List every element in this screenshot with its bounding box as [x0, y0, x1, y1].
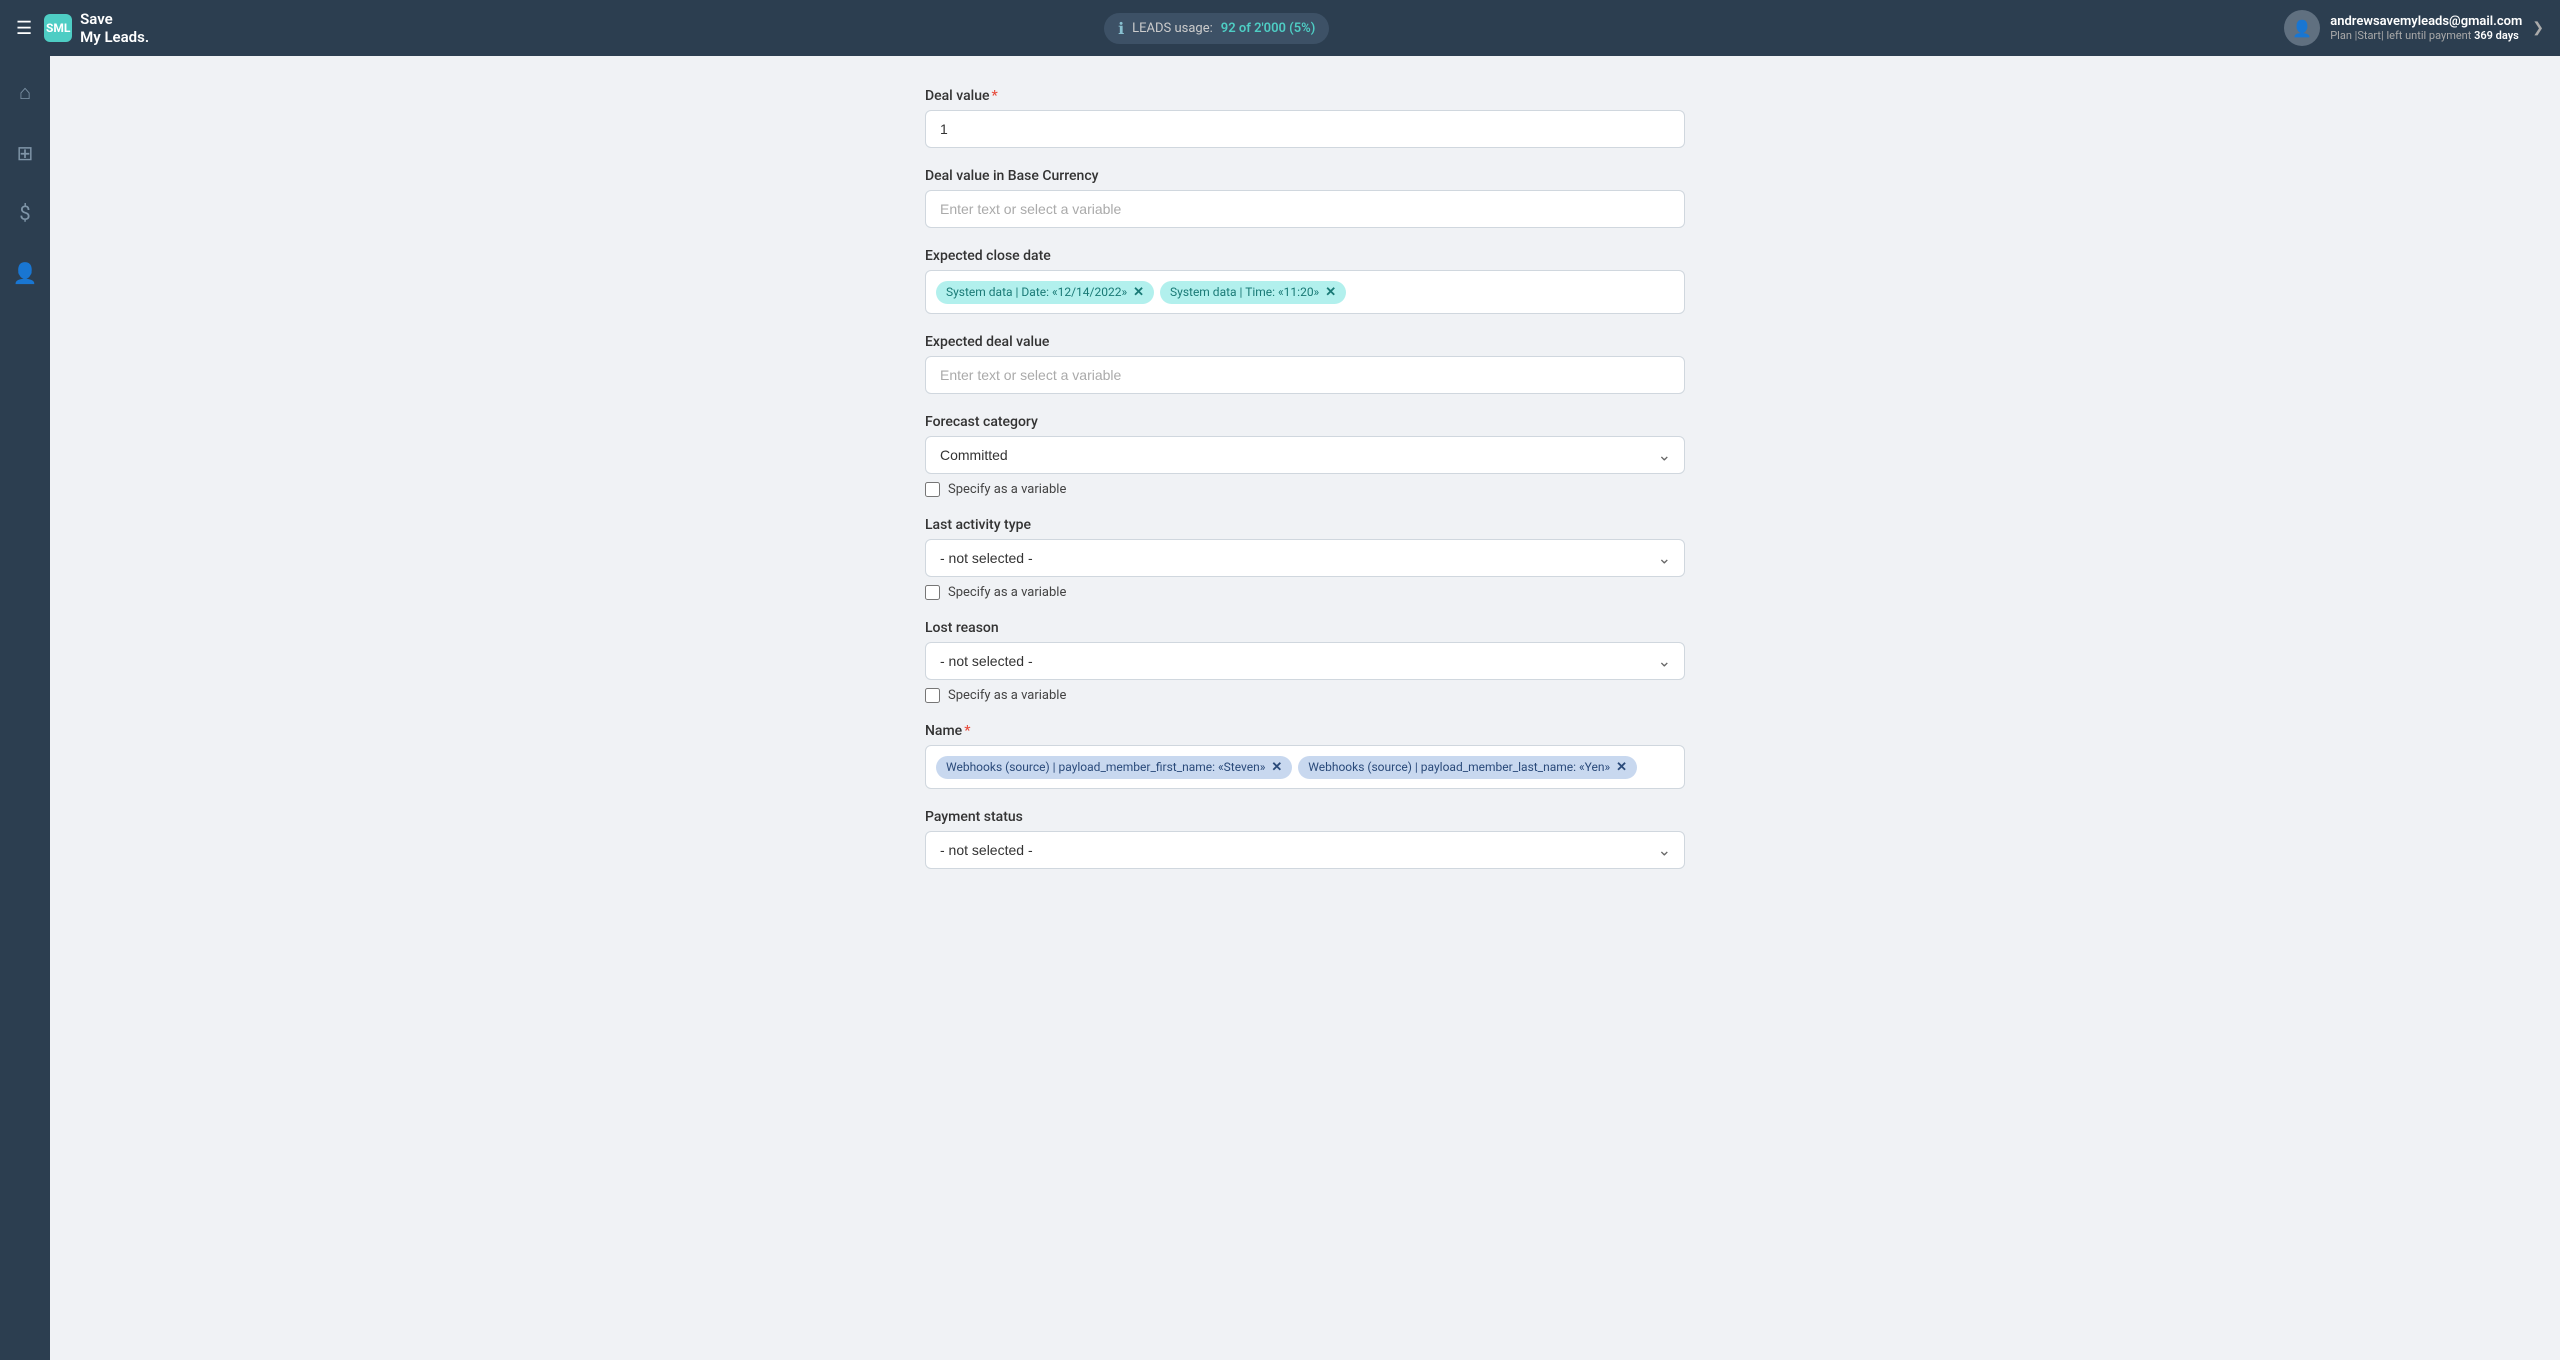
lost-reason-label: Lost reason: [925, 620, 1685, 636]
forecast-specify-label[interactable]: Specify as a variable: [948, 482, 1066, 497]
sidebar-item-billing[interactable]: $: [11, 193, 38, 233]
user-email: andrewsavemyleads@gmail.com: [2330, 14, 2522, 29]
chevron-down-icon: ❯: [2532, 20, 2544, 36]
hamburger-icon[interactable]: ☰: [16, 18, 32, 39]
name-tag-last-name-remove[interactable]: ✕: [1616, 760, 1627, 775]
forecast-category-label: Forecast category: [925, 414, 1685, 430]
sidebar-item-integrations[interactable]: ⊞: [9, 133, 42, 173]
expected-deal-value-field-group: Expected deal value: [925, 334, 1685, 394]
last-activity-checkbox-row: Specify as a variable: [925, 585, 1685, 600]
name-tag-first-name-remove[interactable]: ✕: [1271, 760, 1282, 775]
sidebar-item-account[interactable]: 👤: [5, 253, 46, 293]
name-label: Name*: [925, 723, 1685, 739]
name-required-marker: *: [964, 723, 970, 739]
deal-value-base-label: Deal value in Base Currency: [925, 168, 1685, 184]
last-activity-specify-label[interactable]: Specify as a variable: [948, 585, 1066, 600]
required-marker: *: [991, 88, 997, 104]
forecast-category-select[interactable]: Committed Best Case Pipeline Omitted: [925, 436, 1685, 474]
last-activity-type-label: Last activity type: [925, 517, 1685, 533]
payment-status-select[interactable]: - not selected -: [925, 831, 1685, 869]
name-tag-last-name: Webhooks (source) | payload_member_last_…: [1298, 756, 1637, 779]
avatar: 👤: [2284, 10, 2320, 46]
lost-reason-wrapper: - not selected -: [925, 642, 1685, 680]
logo-icon: SML: [44, 14, 72, 42]
expected-close-date-field-group: Expected close date System data | Date: …: [925, 248, 1685, 314]
deal-value-base-field-group: Deal value in Base Currency: [925, 168, 1685, 228]
navbar-left: ☰ SML Save My Leads.: [16, 10, 149, 46]
expected-deal-value-label: Expected deal value: [925, 334, 1685, 350]
sidebar: ⌂ ⊞ $ 👤: [0, 56, 50, 1360]
logo: SML Save My Leads.: [44, 10, 149, 46]
info-icon: ℹ: [1118, 19, 1124, 38]
name-tag-first-name: Webhooks (source) | payload_member_first…: [936, 756, 1292, 779]
deal-value-base-input[interactable]: [925, 190, 1685, 228]
main-layout: ⌂ ⊞ $ 👤 Deal value* Deal value in Base C…: [0, 56, 2560, 1360]
close-date-tag-date-remove[interactable]: ✕: [1133, 285, 1144, 300]
user-plan: Plan |Start| left until payment 369 days: [2330, 29, 2522, 42]
close-date-tag-date: System data | Date: «12/14/2022» ✕: [936, 281, 1154, 304]
last-activity-type-select[interactable]: - not selected -: [925, 539, 1685, 577]
logo-text: Save My Leads.: [80, 10, 149, 46]
last-activity-specify-checkbox[interactable]: [925, 585, 940, 600]
expected-close-date-input[interactable]: System data | Date: «12/14/2022» ✕ Syste…: [925, 270, 1685, 314]
form-section: Deal value* Deal value in Base Currency …: [925, 88, 1685, 889]
lost-reason-checkbox-row: Specify as a variable: [925, 688, 1685, 703]
close-date-tag-time: System data | Time: «11:20» ✕: [1160, 281, 1346, 304]
payment-status-wrapper: - not selected -: [925, 831, 1685, 869]
forecast-category-checkbox-row: Specify as a variable: [925, 482, 1685, 497]
expected-close-date-label: Expected close date: [925, 248, 1685, 264]
lost-reason-specify-label[interactable]: Specify as a variable: [948, 688, 1066, 703]
deal-value-input[interactable]: [925, 110, 1685, 148]
forecast-category-wrapper: Committed Best Case Pipeline Omitted: [925, 436, 1685, 474]
leads-label: LEADS usage:: [1132, 21, 1213, 36]
name-input[interactable]: Webhooks (source) | payload_member_first…: [925, 745, 1685, 789]
payment-status-field-group: Payment status - not selected -: [925, 809, 1685, 869]
content-area: Deal value* Deal value in Base Currency …: [50, 56, 2560, 1360]
leads-count: 92 of 2'000 (5%): [1221, 21, 1316, 36]
navbar-right: 👤 andrewsavemyleads@gmail.com Plan |Star…: [2284, 10, 2544, 46]
last-activity-type-wrapper: - not selected -: [925, 539, 1685, 577]
user-info[interactable]: 👤 andrewsavemyleads@gmail.com Plan |Star…: [2284, 10, 2544, 46]
lost-reason-specify-checkbox[interactable]: [925, 688, 940, 703]
forecast-specify-checkbox[interactable]: [925, 482, 940, 497]
lost-reason-select[interactable]: - not selected -: [925, 642, 1685, 680]
name-field-group: Name* Webhooks (source) | payload_member…: [925, 723, 1685, 789]
sidebar-item-home[interactable]: ⌂: [11, 72, 39, 113]
navbar-center: ℹ LEADS usage: 92 of 2'000 (5%): [1104, 13, 1329, 44]
forecast-category-field-group: Forecast category Committed Best Case Pi…: [925, 414, 1685, 497]
expected-deal-value-input[interactable]: [925, 356, 1685, 394]
user-details: andrewsavemyleads@gmail.com Plan |Start|…: [2330, 14, 2522, 42]
deal-value-label: Deal value*: [925, 88, 1685, 104]
deal-value-field-group: Deal value*: [925, 88, 1685, 148]
last-activity-type-field-group: Last activity type - not selected - Spec…: [925, 517, 1685, 600]
navbar: ☰ SML Save My Leads. ℹ LEADS usage: 92 o…: [0, 0, 2560, 56]
leads-usage: ℹ LEADS usage: 92 of 2'000 (5%): [1104, 13, 1329, 44]
close-date-tag-time-remove[interactable]: ✕: [1325, 285, 1336, 300]
lost-reason-field-group: Lost reason - not selected - Specify as …: [925, 620, 1685, 703]
payment-status-label: Payment status: [925, 809, 1685, 825]
